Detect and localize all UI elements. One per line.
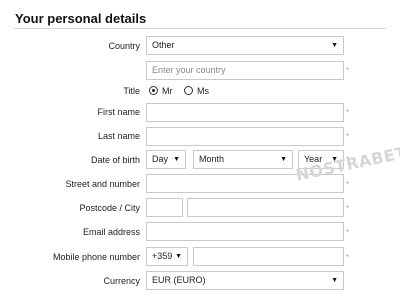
required-icon: * <box>346 228 350 237</box>
required-icon: * <box>346 253 350 262</box>
mobile-input[interactable] <box>193 247 344 266</box>
section-title: Your personal details <box>15 11 147 26</box>
country-text-placeholder: Enter your country <box>152 65 226 75</box>
required-icon: * <box>346 180 350 189</box>
title-label: Title <box>123 86 140 96</box>
country-text-input[interactable]: Enter your country <box>146 61 344 80</box>
first-name-label: First name <box>97 107 140 117</box>
dropdown-arrow-icon: ▼ <box>280 156 287 163</box>
currency-label: Currency <box>103 276 140 286</box>
dropdown-arrow-icon: ▼ <box>331 277 338 284</box>
phone-prefix-value: +359 <box>152 251 173 261</box>
last-name-input[interactable] <box>146 127 344 146</box>
required-icon: * <box>346 204 350 213</box>
email-label: Email address <box>82 227 140 237</box>
dob-month-value: Month <box>199 154 225 164</box>
dob-month-select[interactable]: Month ▼ <box>193 150 293 169</box>
required-icon: * <box>346 132 350 141</box>
country-label: Country <box>108 41 140 51</box>
dob-day-value: Day <box>152 154 169 164</box>
radio-mr-label[interactable]: Mr <box>162 85 173 97</box>
required-icon: * <box>346 108 350 117</box>
radio-mr-icon[interactable] <box>149 86 158 95</box>
dropdown-arrow-icon: ▼ <box>331 42 338 49</box>
first-name-input[interactable] <box>146 103 344 122</box>
radio-ms-icon[interactable] <box>184 86 193 95</box>
country-value: Other <box>152 40 175 50</box>
required-icon: * <box>346 66 350 75</box>
email-input[interactable] <box>146 222 344 241</box>
city-input[interactable] <box>187 198 344 217</box>
mobile-label: Mobile phone number <box>52 252 140 262</box>
section-divider <box>14 28 386 29</box>
postcode-city-label: Postcode / City <box>79 203 140 213</box>
phone-prefix-select[interactable]: +359 ▼ <box>146 247 188 266</box>
last-name-label: Last name <box>97 131 140 141</box>
dob-label: Date of birth <box>90 155 140 165</box>
currency-value: EUR (EURO) <box>152 275 206 285</box>
dropdown-arrow-icon: ▼ <box>173 156 180 163</box>
radio-ms-label[interactable]: Ms <box>197 85 209 97</box>
currency-select[interactable]: EUR (EURO) ▼ <box>146 271 344 290</box>
street-label: Street and number <box>65 179 140 189</box>
dob-day-select[interactable]: Day ▼ <box>146 150 186 169</box>
country-select[interactable]: Other ▼ <box>146 36 344 55</box>
postcode-input[interactable] <box>146 198 183 217</box>
dropdown-arrow-icon: ▼ <box>175 253 182 260</box>
